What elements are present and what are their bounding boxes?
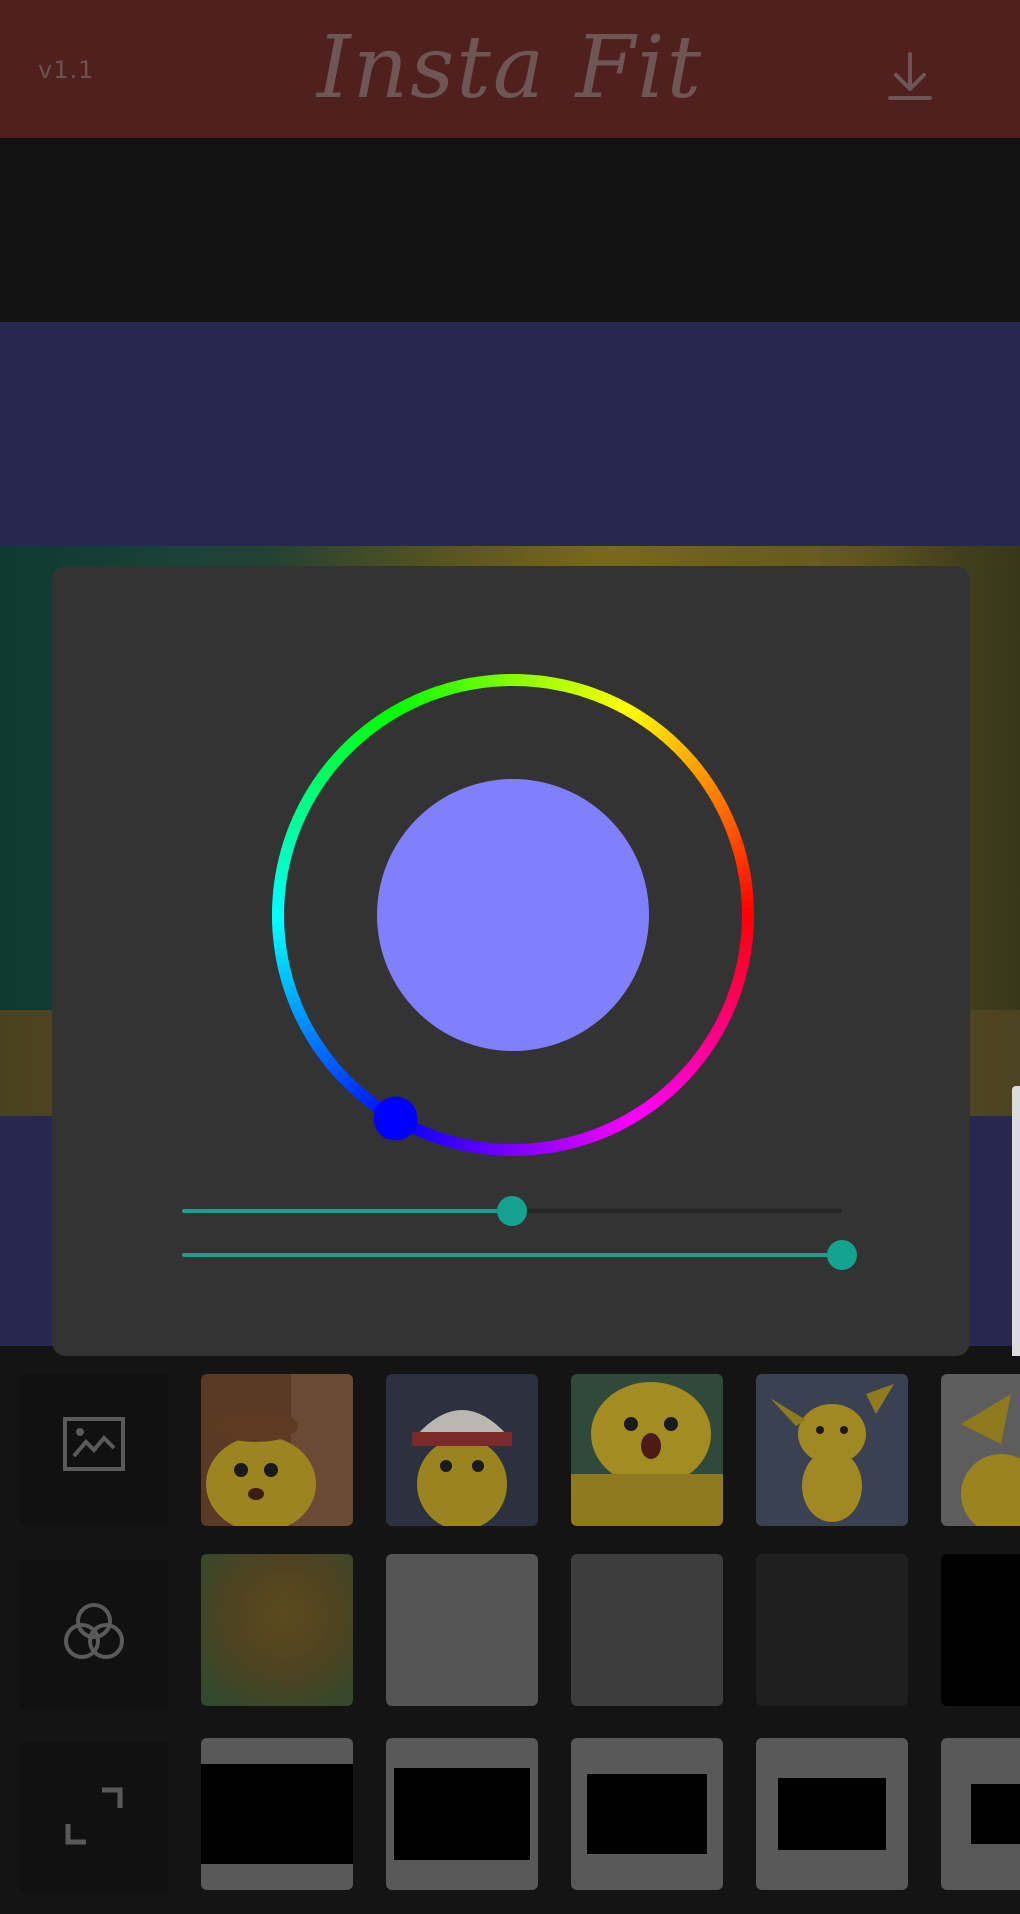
hue-ring[interactable]	[268, 670, 758, 1160]
pikachu-photo-4[interactable]	[756, 1374, 908, 1526]
canvas-top-padding	[0, 138, 1020, 322]
frame-option-3[interactable]	[571, 1738, 723, 1890]
expand-icon	[65, 1787, 123, 1845]
frame-option-1-preview	[201, 1764, 353, 1864]
pikachu-photo-3[interactable]	[571, 1374, 723, 1526]
selected-color-preview	[377, 779, 649, 1051]
color-picker-dialog	[52, 566, 970, 1356]
pikachu-photo-5[interactable]	[941, 1374, 1020, 1526]
hue-handle[interactable]	[373, 1096, 418, 1141]
frame-option-3-preview	[587, 1774, 707, 1854]
overlapping-circles-icon	[64, 1603, 124, 1659]
download-icon[interactable]	[880, 48, 940, 108]
saturation-slider-fill	[182, 1209, 512, 1213]
app-title: Insta Fit	[316, 18, 704, 118]
gray-swatch-light[interactable]	[386, 1554, 538, 1706]
blur-swatch[interactable]	[201, 1554, 353, 1706]
tools-panel	[0, 1356, 1020, 1914]
image-icon	[63, 1417, 125, 1471]
resize-tab[interactable]	[20, 1742, 168, 1892]
saturation-slider-thumb[interactable]	[497, 1196, 527, 1226]
pikachu-detective-image	[201, 1374, 353, 1526]
saturation-slider[interactable]	[182, 1196, 842, 1226]
frame-option-4-preview	[778, 1778, 886, 1850]
frame-option-2[interactable]	[386, 1738, 538, 1890]
top-app-bar: v1.1 Insta Fit	[0, 0, 1020, 138]
brightness-slider-thumb[interactable]	[827, 1240, 857, 1270]
blur-tab[interactable]	[20, 1559, 168, 1709]
pikachu-cap-image	[386, 1374, 538, 1526]
frame-option-5-preview	[971, 1784, 1020, 1844]
pikachu-surprised-image	[571, 1374, 723, 1526]
gray-swatch-medium[interactable]	[571, 1554, 723, 1706]
frame-option-2-preview	[394, 1768, 530, 1860]
pikachu-photo-2[interactable]	[386, 1374, 538, 1526]
pikachu-photo-1[interactable]	[201, 1374, 353, 1526]
brightness-slider-fill	[182, 1253, 842, 1257]
frame-option-1[interactable]	[201, 1738, 353, 1890]
gray-swatch-dark[interactable]	[756, 1554, 908, 1706]
canvas-background-fill	[0, 322, 1020, 546]
pikachu-partial-image	[941, 1374, 1020, 1526]
background-image-tab[interactable]	[20, 1374, 168, 1524]
brightness-slider[interactable]	[182, 1240, 857, 1270]
pikachu-standing-image	[756, 1374, 908, 1526]
frame-option-5[interactable]	[941, 1738, 1020, 1890]
black-swatch[interactable]	[941, 1554, 1020, 1706]
frame-option-4[interactable]	[756, 1738, 908, 1890]
